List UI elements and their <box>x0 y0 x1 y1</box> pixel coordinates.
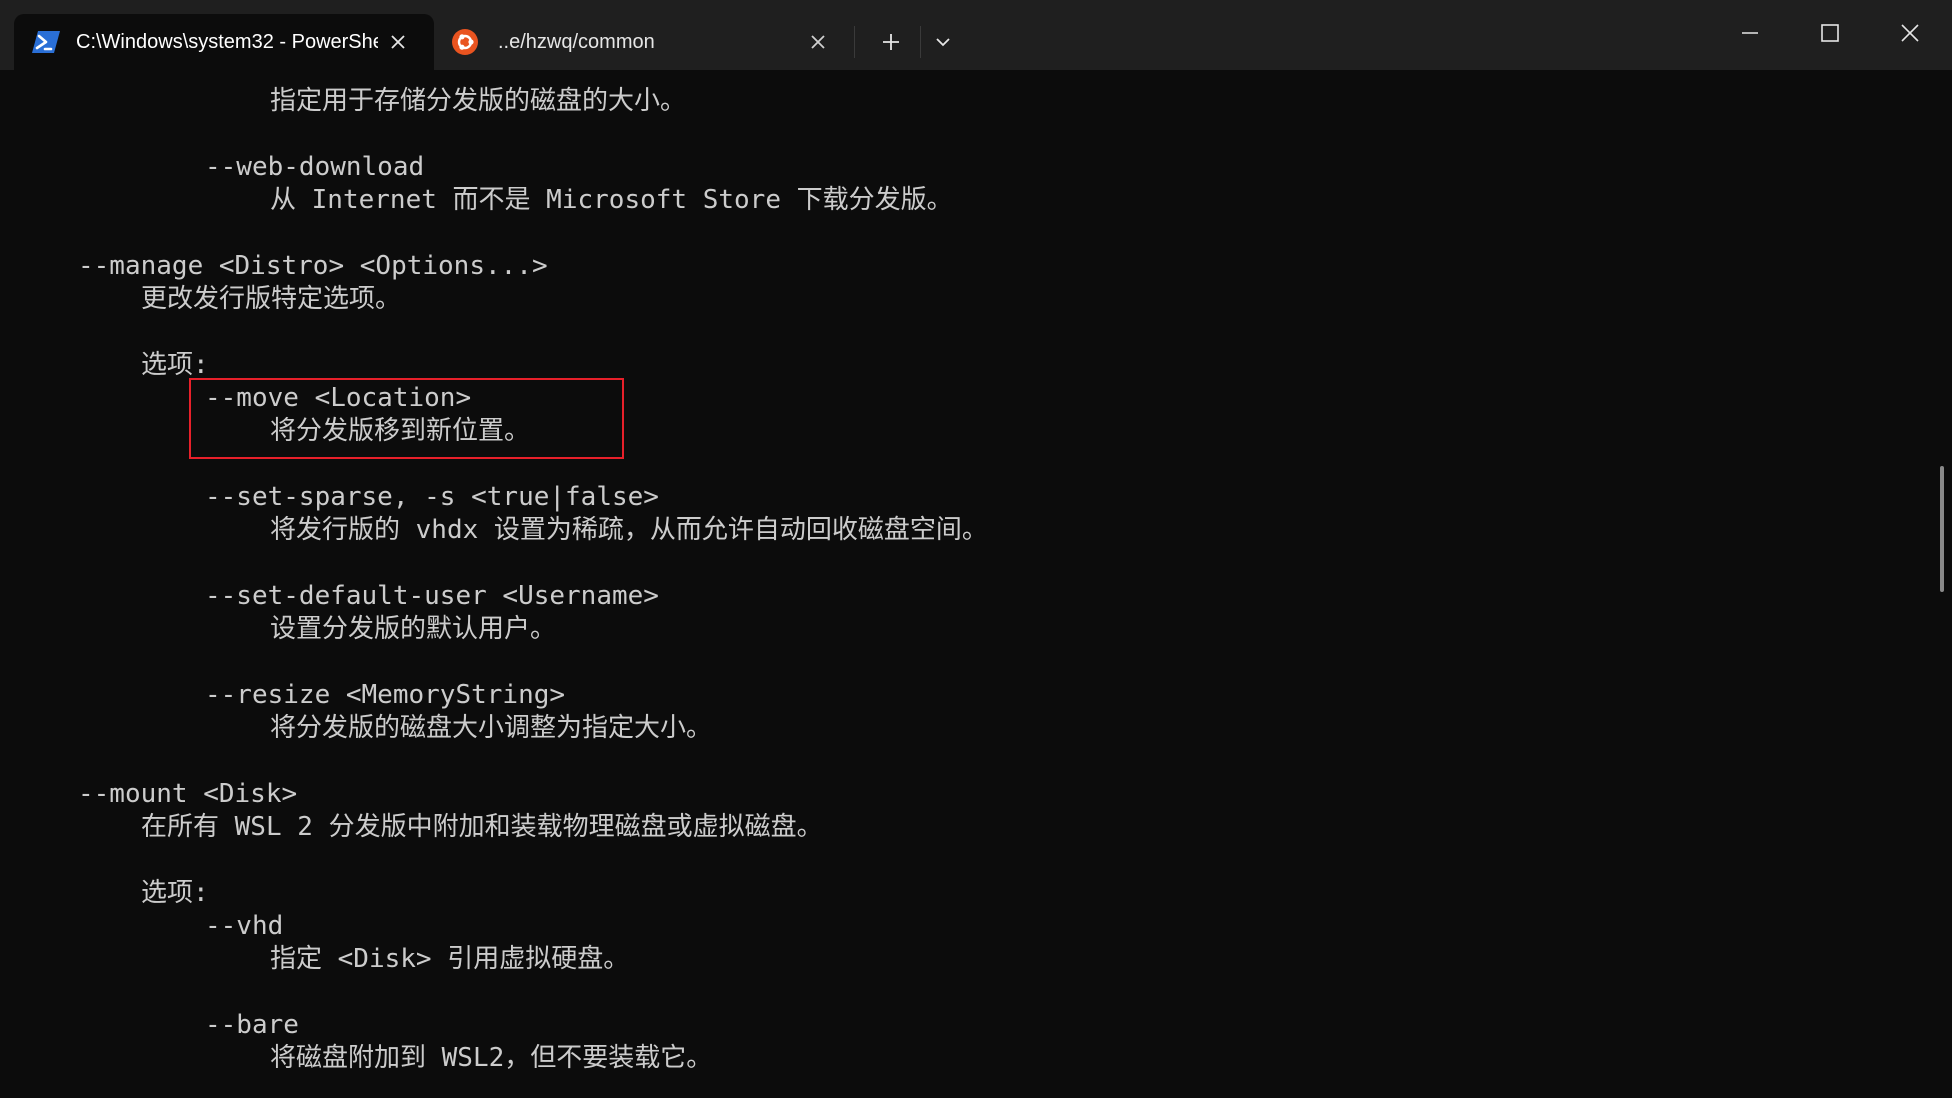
close-tab-icon[interactable] <box>802 26 834 58</box>
terminal-line: 指定用于存储分发版的磁盘的大小。 <box>270 86 687 116</box>
terminal-line: 将分发版的磁盘大小调整为指定大小。 <box>270 713 713 743</box>
powershell-icon <box>31 28 61 56</box>
tab-dropdown-button[interactable] <box>923 22 963 62</box>
terminal-line: --set-sparse, -s <true|false> <box>205 482 659 512</box>
terminal-window: C:\Windows\system32 - PowerShell ..e/hzw… <box>0 0 1952 1098</box>
tab-title: ..e/hzwq/common <box>498 31 655 53</box>
terminal-line: 选项: <box>141 878 209 908</box>
tab-separator <box>920 26 921 58</box>
terminal-line: --vhd <box>205 911 284 941</box>
terminal-line: 设置分发版的默认用户。 <box>270 614 557 644</box>
ubuntu-icon <box>450 28 480 56</box>
terminal-line: 在所有 WSL 2 分发版中附加和装载物理磁盘或虚拟磁盘。 <box>141 812 823 842</box>
new-tab-button[interactable] <box>871 22 911 62</box>
close-tab-icon[interactable] <box>382 26 414 58</box>
tab-title: C:\Windows\system32 - PowerShell <box>76 31 378 53</box>
terminal-output[interactable]: 指定用于存储分发版的磁盘的大小。 --web-download 从 Intern… <box>0 70 1952 1098</box>
terminal-line: 指定 <Disk> 引用虚拟硬盘。 <box>270 944 630 974</box>
maximize-button[interactable] <box>1790 0 1870 66</box>
terminal-line: --set-default-user <Username> <box>205 581 659 611</box>
highlight-annotation-box <box>189 378 624 459</box>
terminal-line: --mount <Disk> <box>78 779 298 809</box>
terminal-line: 将磁盘附加到 WSL2，但不要装载它。 <box>270 1043 713 1073</box>
terminal-line: --resize <MemoryString> <box>205 680 566 710</box>
close-icon <box>1901 24 1919 42</box>
terminal-line: --manage <Distro> <Options...> <box>78 251 548 281</box>
plus-icon <box>883 34 899 50</box>
chevron-down-icon <box>936 38 950 47</box>
tab-separator <box>854 26 855 58</box>
terminal-line: 从 Internet 而不是 Microsoft Store 下载分发版。 <box>270 185 953 215</box>
minimize-button[interactable] <box>1710 0 1790 66</box>
close-window-button[interactable] <box>1870 0 1950 66</box>
minimize-icon <box>1742 32 1758 34</box>
terminal-line: --web-download <box>205 152 425 182</box>
terminal-line: --bare <box>205 1010 299 1040</box>
maximize-icon <box>1821 24 1839 42</box>
scrollbar-thumb[interactable] <box>1940 466 1944 592</box>
title-bar: C:\Windows\system32 - PowerShell ..e/hzw… <box>0 0 1952 70</box>
tab-ubuntu[interactable]: ..e/hzwq/common <box>438 14 842 70</box>
terminal-line: 将发行版的 vhdx 设置为稀疏，从而允许自动回收磁盘空间。 <box>270 515 988 545</box>
tab-powershell[interactable]: C:\Windows\system32 - PowerShell <box>14 14 434 70</box>
terminal-line: 更改发行版特定选项。 <box>141 284 402 314</box>
